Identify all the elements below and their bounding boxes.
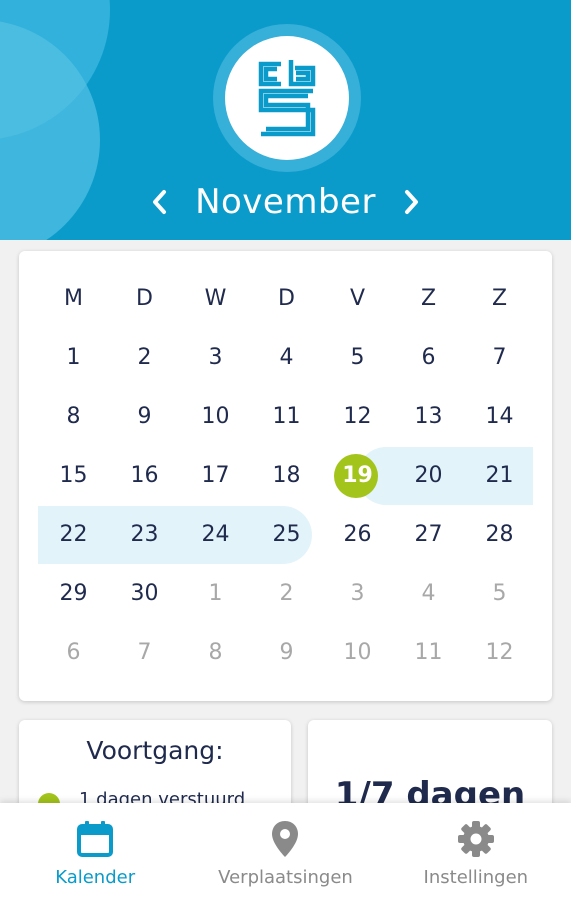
progress-title: Voortgang: — [86, 736, 224, 765]
calendar-card: M D W D V Z Z 1 2 3 4 5 6 7 8 9 10 11 12 13 14 15 16 17 18 19 20 21… — [19, 251, 552, 701]
nav-label-kalender: Kalender — [55, 867, 136, 888]
day-cell[interactable]: 8 — [38, 387, 109, 445]
day-cell[interactable]: 23 — [109, 505, 180, 563]
day-cell[interactable]: 22 — [38, 505, 109, 563]
day-cell: 1 — [208, 580, 223, 606]
day-cell: 10 — [343, 639, 372, 665]
day-cell[interactable]: 26 — [322, 505, 393, 563]
day-cell[interactable]: 6 — [393, 328, 464, 386]
day-cell[interactable]: 3 — [180, 328, 251, 386]
weekday-header: V — [349, 285, 366, 311]
day-cell[interactable]: 5 — [322, 328, 393, 386]
weekday-header: Z — [491, 285, 508, 311]
weekday-header: M — [64, 285, 83, 311]
day-cell: 2 — [279, 580, 294, 606]
header: November — [0, 0, 571, 240]
day-cell[interactable]: 1 — [38, 328, 109, 386]
day-cell[interactable]: 25 — [251, 505, 322, 563]
day-cell[interactable]: 24 — [180, 505, 251, 563]
day-cell: 9 — [279, 639, 294, 665]
day-cell: 7 — [137, 639, 152, 665]
day-cell[interactable]: 20 — [393, 446, 464, 504]
chevron-right-icon — [404, 190, 418, 214]
cbs-logo-icon — [258, 60, 316, 137]
day-cell[interactable]: 2 — [109, 328, 180, 386]
day-cell[interactable]: 27 — [393, 505, 464, 563]
day-cell[interactable]: 28 — [464, 505, 535, 563]
nav-item-verplaatsingen[interactable]: Verplaatsingen — [190, 803, 380, 900]
location-pin-icon — [263, 817, 307, 861]
nav-item-instellingen[interactable]: Instellingen — [381, 803, 571, 900]
previous-month-button[interactable] — [139, 176, 179, 228]
cbs-logo — [225, 36, 349, 160]
day-cell[interactable]: 7 — [464, 328, 535, 386]
day-cell: 8 — [208, 639, 223, 665]
weekday-header: W — [204, 285, 227, 311]
calendar-grid: M D W D V Z Z 1 2 3 4 5 6 7 8 9 10 11 12 13 14 15 16 17 18 19 20 21… — [19, 251, 552, 701]
day-cell: 12 — [485, 639, 514, 665]
day-cell[interactable]: 10 — [180, 387, 251, 445]
day-cell[interactable]: 18 — [251, 446, 322, 504]
day-cell: 11 — [414, 639, 443, 665]
day-cell[interactable]: 30 — [109, 564, 180, 622]
day-cell[interactable]: 29 — [38, 564, 109, 622]
day-cell[interactable]: 12 — [322, 387, 393, 445]
day-cell[interactable]: 14 — [464, 387, 535, 445]
bottom-nav: Kalender Verplaatsingen Instellingen — [0, 803, 571, 900]
calendar-icon — [73, 817, 117, 861]
day-cell[interactable]: 16 — [109, 446, 180, 504]
nav-item-kalender[interactable]: Kalender — [0, 803, 190, 900]
nav-label-verplaatsingen: Verplaatsingen — [218, 867, 353, 888]
day-cell[interactable]: 15 — [38, 446, 109, 504]
day-cell: 3 — [350, 580, 365, 606]
day-cell-today[interactable]: 19 — [322, 446, 393, 504]
weekday-header: D — [278, 285, 295, 311]
next-month-button[interactable] — [392, 176, 432, 228]
nav-label-instellingen: Instellingen — [423, 867, 529, 888]
day-cell[interactable]: 9 — [109, 387, 180, 445]
chevron-left-icon — [153, 190, 167, 214]
day-cell[interactable]: 21 — [464, 446, 535, 504]
gear-icon — [454, 817, 498, 861]
day-cell: 6 — [66, 639, 81, 665]
day-cell: 5 — [492, 580, 507, 606]
day-cell[interactable]: 17 — [180, 446, 251, 504]
day-cell: 4 — [421, 580, 436, 606]
day-cell[interactable]: 11 — [251, 387, 322, 445]
month-title: November — [195, 182, 376, 222]
day-cell[interactable]: 13 — [393, 387, 464, 445]
month-selector: November — [0, 176, 571, 228]
day-cell[interactable]: 4 — [251, 328, 322, 386]
weekday-header: D — [136, 285, 153, 311]
weekday-header: Z — [420, 285, 437, 311]
